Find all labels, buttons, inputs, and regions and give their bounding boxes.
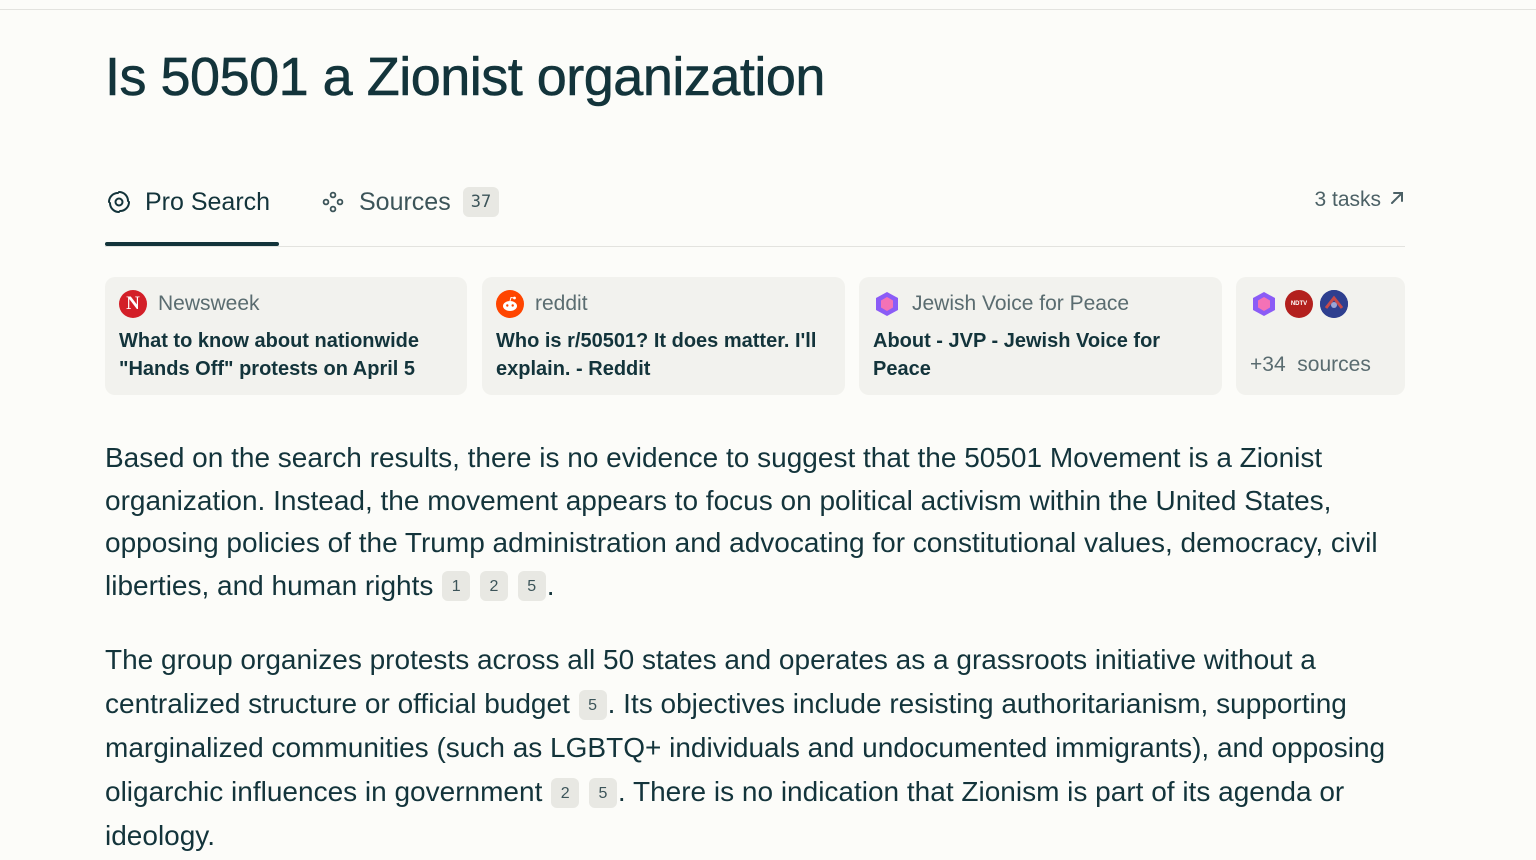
more-sources-label: +34 sources xyxy=(1250,353,1391,377)
tabs-divider xyxy=(105,246,1405,247)
source-header: N Newsweek xyxy=(119,289,453,319)
citation-badge[interactable]: 5 xyxy=(517,571,546,602)
source-header: Jewish Voice for Peace xyxy=(873,289,1208,319)
source-card-jvp[interactable]: Jewish Voice for Peace About - JVP - Jew… xyxy=(859,277,1222,395)
source-header: reddit xyxy=(496,289,831,319)
tab-sources-label: Sources xyxy=(359,187,451,216)
top-divider xyxy=(0,9,1536,10)
tab-sources[interactable]: Sources 37 xyxy=(319,180,500,224)
site-icon xyxy=(1320,290,1348,318)
source-site-name: Jewish Voice for Peace xyxy=(912,292,1130,315)
citation-badge[interactable]: 5 xyxy=(578,689,607,720)
answer-paragraph-1: Based on the search results, there is no… xyxy=(105,437,1415,607)
reddit-icon xyxy=(496,290,524,318)
citation-badge[interactable]: 1 xyxy=(442,571,471,602)
more-sources-card[interactable]: NDTV +34 sources xyxy=(1236,277,1405,395)
citation-badge[interactable]: 2 xyxy=(551,777,580,808)
source-site-name: Newsweek xyxy=(158,292,260,315)
tasks-label: 3 tasks xyxy=(1314,188,1381,211)
jvp-icon xyxy=(873,290,901,318)
answer-text-end: . xyxy=(546,569,555,601)
citation-badge[interactable]: 2 xyxy=(479,571,508,602)
jvp-icon xyxy=(1250,290,1278,318)
answer-paragraph-2: The group organizes protests across all … xyxy=(105,638,1415,858)
tab-pro-search[interactable]: Pro Search xyxy=(105,180,270,224)
pro-search-icon xyxy=(105,188,133,216)
tasks-link[interactable]: 3 tasks xyxy=(1314,188,1405,212)
page-title: Is 50501 a Zionist organization xyxy=(105,47,826,108)
answer-text: Based on the search results, there is no… xyxy=(105,442,1378,601)
source-title: What to know about nationwide "Hands Off… xyxy=(119,330,419,380)
source-title: Who is r/50501? It does matter. I'll exp… xyxy=(496,330,817,380)
sources-count-badge: 37 xyxy=(462,187,500,217)
source-card-reddit[interactable]: reddit Who is r/50501? It does matter. I… xyxy=(482,277,845,395)
more-sources-text: sources xyxy=(1297,353,1371,376)
sources-icon xyxy=(319,188,347,216)
ndtv-icon: NDTV xyxy=(1285,290,1313,318)
tab-bar: Pro Search Sources 37 3 tasks xyxy=(105,180,1405,248)
source-cards: N Newsweek What to know about nationwide… xyxy=(105,277,1405,397)
newsweek-icon: N xyxy=(119,290,147,318)
source-site-name: reddit xyxy=(535,292,588,315)
source-title: About - JVP - Jewish Voice for Peace xyxy=(873,330,1161,380)
source-card-newsweek[interactable]: N Newsweek What to know about nationwide… xyxy=(105,277,467,395)
citation-badge[interactable]: 5 xyxy=(588,777,617,808)
more-sources-icons: NDTV xyxy=(1250,289,1391,319)
more-sources-count: +34 xyxy=(1250,353,1286,376)
arrow-up-right-icon xyxy=(1389,189,1405,212)
tab-pro-search-label: Pro Search xyxy=(145,187,271,216)
